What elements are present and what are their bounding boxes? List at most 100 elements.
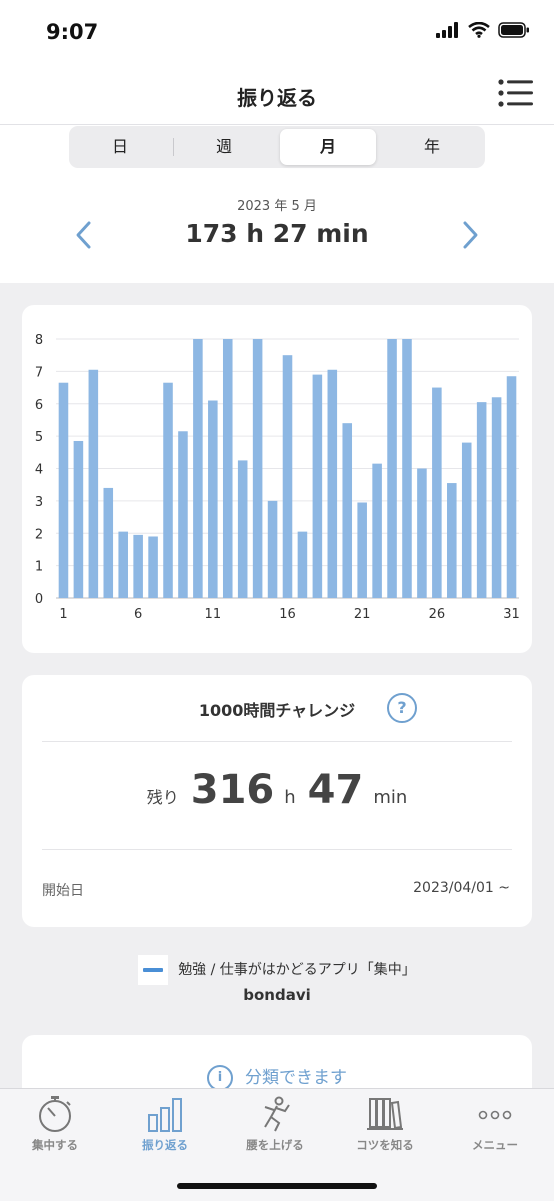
y-tick-label: 5 [35, 430, 43, 445]
developer-name: bondavi [243, 986, 311, 1004]
list-menu-icon[interactable] [498, 78, 534, 108]
y-tick-label: 2 [35, 527, 43, 542]
y-tick-label: 7 [35, 365, 43, 380]
period-label: 2023 年 5 月 [237, 199, 317, 214]
y-tick-label: 4 [35, 463, 43, 478]
remaining-label: 残り [146, 788, 179, 807]
chart-bar [491, 397, 502, 598]
app-promo[interactable]: 勉強 / 仕事がはかどるアプリ「集中」 [0, 955, 554, 985]
chart-bar [387, 339, 397, 598]
chart-bar [372, 463, 382, 598]
segment-week[interactable]: 週 [176, 129, 272, 165]
signal-icon [436, 22, 458, 38]
x-tick-label: 31 [503, 607, 520, 622]
segment-month[interactable]: 月 [280, 129, 376, 165]
chart-bar [163, 382, 173, 598]
chart-bar [447, 483, 457, 598]
y-tick-label: 8 [35, 333, 43, 348]
minutes-unit: min [373, 787, 408, 808]
challenge-title: 1000時間チャレンジ [198, 701, 356, 720]
x-tick-label: 11 [205, 607, 222, 622]
tab-label: コツを知る [356, 1138, 414, 1152]
home-indicator [177, 1183, 377, 1189]
hours-unit: h [284, 787, 296, 808]
chart-bar [342, 423, 353, 598]
app-promo-text: 勉強 / 仕事がはかどるアプリ「集中」 [178, 962, 416, 978]
remaining-minutes: 47 [307, 767, 364, 813]
remaining-time: 残り 316 h 47 min [22, 767, 532, 813]
system-icons [436, 22, 530, 38]
chart-bar [297, 531, 308, 598]
tab-stretch[interactable]: 腰を上げる [220, 1095, 330, 1165]
chart-bar [432, 387, 442, 598]
chart-bar [222, 339, 233, 598]
chart-bar [73, 440, 84, 598]
chart-bar [402, 339, 412, 598]
chart-bar [252, 339, 263, 598]
stopwatch-icon [39, 1096, 71, 1132]
chart-bar [506, 376, 517, 598]
chart-bar [267, 500, 278, 598]
chart-bar [103, 487, 114, 598]
tab-label: メニュー [472, 1138, 518, 1152]
segment-day[interactable]: 日 [72, 129, 168, 165]
divider [42, 741, 512, 742]
battery-icon [498, 22, 529, 38]
y-tick-label: 3 [35, 495, 43, 510]
tab-tips[interactable]: コツを知る [330, 1095, 440, 1165]
stretch-figure-icon [264, 1096, 290, 1132]
chart-bar [312, 374, 323, 598]
x-tick-label: 6 [134, 607, 142, 622]
start-date-value: 2023/04/01 ~ [413, 880, 510, 896]
app-logo-icon [138, 955, 169, 985]
divider [42, 849, 512, 850]
chart-bar [58, 382, 69, 598]
chart-bar [282, 355, 293, 598]
chart-bar [88, 369, 99, 598]
tab-label: 腰を上げる [246, 1138, 304, 1152]
chart-bar [417, 468, 427, 598]
y-tick-label: 0 [35, 592, 43, 607]
bookshelf-icon [367, 1098, 403, 1130]
page-title: 振り返る [237, 86, 317, 110]
chart-bar [476, 402, 487, 598]
classify-row: i 分類できます [22, 1063, 532, 1091]
tab-review[interactable]: 振り返る [110, 1095, 220, 1165]
help-icon[interactable]: ? [387, 693, 417, 723]
status-time: 9:07 [46, 20, 99, 44]
more-dots-icon [478, 1110, 512, 1120]
remaining-hours: 316 [190, 767, 275, 813]
y-tick-label: 1 [35, 560, 43, 575]
wifi-icon [468, 22, 490, 38]
classify-label: 分類できます [245, 1068, 347, 1088]
chart-bar [237, 460, 248, 598]
y-tick-label: 6 [35, 398, 43, 413]
tab-label: 振り返る [142, 1138, 188, 1152]
chart-bar [208, 400, 218, 598]
chart-bar [118, 531, 128, 598]
chart-bar [357, 502, 367, 598]
chart-bar [178, 431, 188, 598]
chart-bar [461, 442, 472, 598]
chart-bar [327, 369, 338, 598]
period-segmented-control: 日 週 月 年 [69, 126, 485, 168]
challenge-card: 1000時間チャレンジ ? 残り 316 h 47 min 開始日 2023/04/01… [22, 675, 532, 927]
tab-label: 集中する [32, 1138, 78, 1152]
x-tick-label: 1 [59, 607, 67, 622]
daily-bar-chart: 0123456781 6 11 16 21 26 31 [35, 333, 520, 622]
chart-bar [133, 534, 143, 598]
tab-focus[interactable]: 集中する [0, 1095, 110, 1165]
bar-chart-icon [148, 1098, 182, 1132]
tab-menu[interactable]: メニュー [440, 1095, 550, 1165]
segment-divider [173, 138, 174, 156]
status-bar: 9:07 [0, 0, 554, 66]
chevron-left-icon[interactable] [72, 220, 96, 250]
chart-bar [148, 536, 158, 598]
chevron-right-icon[interactable] [458, 220, 482, 250]
x-tick-label: 16 [279, 607, 296, 622]
x-tick-label: 26 [429, 607, 446, 622]
nav-header: 振り返る [0, 66, 554, 125]
chart-card: 0 1 2 3 4 5 6 7 8 1 6 11 16 21 26 31 [22, 305, 532, 653]
x-tick-label: 21 [354, 607, 371, 622]
segment-year[interactable]: 年 [384, 129, 480, 165]
